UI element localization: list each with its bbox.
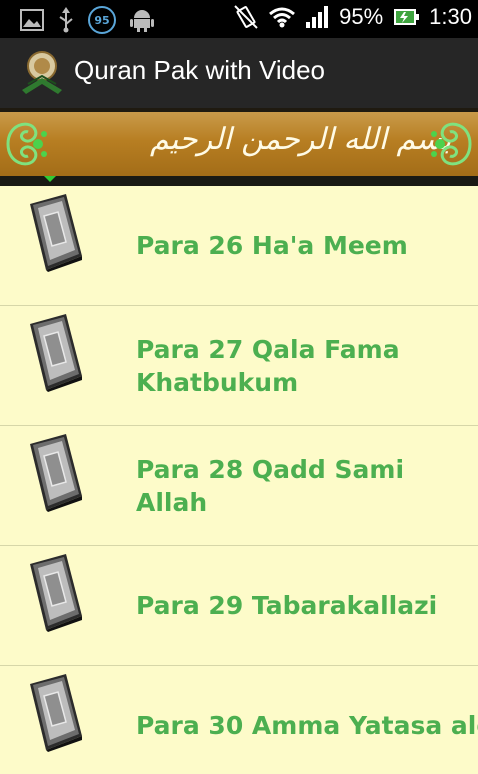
- clock: 1:30: [429, 4, 472, 29]
- quran-book-icon: [30, 554, 82, 632]
- quran-book-icon: [30, 314, 82, 392]
- para-label: Para 26 Ha'a Meem: [136, 231, 408, 260]
- image-icon: [20, 9, 44, 31]
- bismillah-calligraphy: بسم الله الرحمن الرحيم: [150, 122, 452, 157]
- status-bar-right: 95% 1:30: [233, 4, 472, 30]
- para-label: Para 27 Qala Fama Khatbukum: [136, 334, 400, 397]
- vibrate-icon: [234, 5, 258, 29]
- list-item[interactable]: Para 29 Tabarakallazi: [0, 546, 478, 666]
- banner-bottom-strip: [0, 176, 478, 186]
- para-label: Para 30 Amma Yatasa aloon: [136, 711, 478, 740]
- quran-book-icon: [30, 434, 82, 512]
- battery-icon: [394, 9, 420, 25]
- notification-badge: 95: [88, 6, 116, 34]
- quran-stand-icon[interactable]: [18, 50, 66, 96]
- para-list[interactable]: Para 26 Ha'a Meem Para 27 Qala Fama Khat…: [0, 186, 478, 774]
- para-label: Para 29 Tabarakallazi: [136, 591, 438, 620]
- signal-icon: [306, 6, 329, 28]
- ornament-right-icon: [431, 122, 472, 166]
- bismillah-text: بسم الله الرحمن الرحيم: [150, 122, 452, 157]
- status-bar: 95 95% 1:30: [0, 0, 478, 38]
- quran-book-icon: [30, 194, 82, 272]
- bismillah-banner: بسم الله الرحمن الرحيم: [0, 112, 478, 176]
- android-icon: [130, 10, 154, 32]
- status-bar-left: 95: [20, 6, 154, 34]
- ornament-left-icon: [6, 122, 47, 166]
- app-title: Quran Pak with Video: [74, 55, 325, 85]
- list-item[interactable]: Para 26 Ha'a Meem: [0, 186, 478, 306]
- list-item[interactable]: Para 30 Amma Yatasa aloon: [0, 666, 478, 774]
- usb-icon: [59, 7, 73, 33]
- quran-book-icon: [30, 674, 82, 752]
- wifi-icon: [269, 7, 296, 28]
- list-item[interactable]: Para 28 Qadd Sami Allah: [0, 426, 478, 546]
- battery-percent: 95%: [339, 4, 384, 29]
- action-bar: Quran Pak with Video: [0, 38, 478, 108]
- list-item[interactable]: Para 27 Qala Fama Khatbukum: [0, 306, 478, 426]
- indicator-arrow-icon: [44, 176, 56, 182]
- para-label: Para 28 Qadd Sami Allah: [136, 454, 413, 517]
